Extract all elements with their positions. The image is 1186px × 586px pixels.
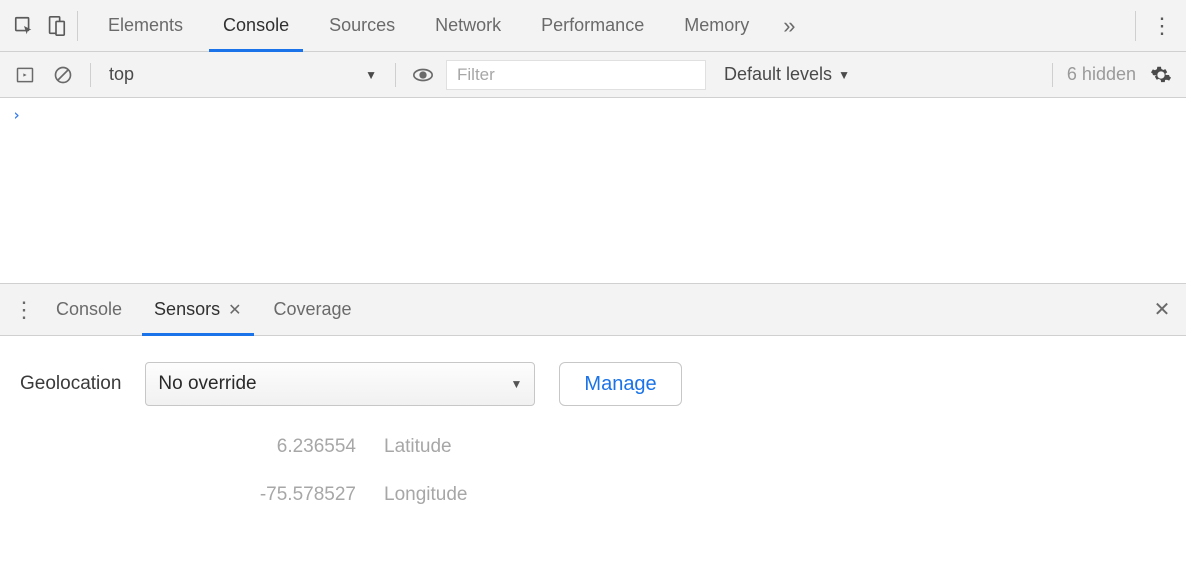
- geolocation-row: Geolocation No override ▼ Manage: [20, 362, 1166, 406]
- inspect-element-icon[interactable]: [8, 0, 40, 52]
- separator: [90, 63, 91, 87]
- chevron-down-icon: ▼: [511, 377, 523, 391]
- separator: [1052, 63, 1053, 87]
- latitude-label: Latitude: [384, 436, 452, 458]
- latitude-value: 6.236554: [206, 436, 356, 458]
- drawer-more-icon[interactable]: ⋮: [8, 284, 40, 336]
- execution-context-select[interactable]: top ▼: [103, 64, 383, 85]
- context-value: top: [109, 64, 134, 85]
- longitude-row: -75.578527 Longitude: [206, 484, 1166, 506]
- tabs-overflow-icon[interactable]: »: [769, 0, 809, 51]
- select-value: No override: [158, 373, 256, 395]
- tab-sources[interactable]: Sources: [309, 0, 415, 51]
- console-output[interactable]: ›: [0, 98, 1186, 284]
- devtools-main-tabs: Elements Console Sources Network Perform…: [0, 0, 1186, 52]
- console-prompt-icon: ›: [12, 106, 21, 124]
- separator: [395, 63, 396, 87]
- drawer-tab-sensors[interactable]: Sensors ✕: [138, 284, 257, 335]
- tab-label: Network: [435, 15, 501, 36]
- chevron-down-icon: ▼: [838, 68, 850, 82]
- clear-console-icon[interactable]: [48, 60, 78, 90]
- sensors-panel: Geolocation No override ▼ Manage 6.23655…: [0, 336, 1186, 586]
- manage-button[interactable]: Manage: [559, 362, 681, 406]
- drawer-tabs: ⋮ Console Sensors ✕ Coverage ✕: [0, 284, 1186, 336]
- log-levels-select[interactable]: Default levels ▼: [724, 64, 850, 85]
- drawer-tab-coverage[interactable]: Coverage: [258, 284, 368, 335]
- live-expression-icon[interactable]: [408, 60, 438, 90]
- tab-label: Sources: [329, 15, 395, 36]
- geolocation-override-select[interactable]: No override ▼: [145, 362, 535, 406]
- tab-performance[interactable]: Performance: [521, 0, 664, 51]
- latitude-row: 6.236554 Latitude: [206, 436, 1166, 458]
- more-options-icon[interactable]: ⋮: [1146, 0, 1178, 52]
- chevron-down-icon: ▼: [365, 68, 377, 82]
- console-sidebar-toggle-icon[interactable]: [10, 60, 40, 90]
- tab-elements[interactable]: Elements: [88, 0, 203, 51]
- drawer-tab-label: Console: [56, 299, 122, 320]
- tab-label: Performance: [541, 15, 644, 36]
- drawer-tab-label: Coverage: [274, 299, 352, 320]
- longitude-value: -75.578527: [206, 484, 356, 506]
- separator: [77, 11, 78, 41]
- tab-network[interactable]: Network: [415, 0, 521, 51]
- tab-list: Elements Console Sources Network Perform…: [88, 0, 809, 51]
- tab-label: Elements: [108, 15, 183, 36]
- tab-label: Console: [223, 15, 289, 36]
- longitude-label: Longitude: [384, 484, 467, 506]
- hidden-messages-count[interactable]: 6 hidden: [1067, 64, 1136, 85]
- device-toolbar-icon[interactable]: [40, 0, 72, 52]
- filter-input[interactable]: [446, 60, 706, 90]
- tab-label: Memory: [684, 15, 749, 36]
- console-toolbar: top ▼ Default levels ▼ 6 hidden: [0, 52, 1186, 98]
- close-icon[interactable]: ✕: [228, 300, 241, 320]
- separator: [1135, 11, 1136, 41]
- geolocation-section-label: Geolocation: [20, 373, 121, 395]
- drawer-tab-console[interactable]: Console: [40, 284, 138, 335]
- tab-memory[interactable]: Memory: [664, 0, 769, 51]
- close-drawer-icon[interactable]: ✕: [1146, 284, 1178, 336]
- console-settings-icon[interactable]: [1146, 60, 1176, 90]
- levels-label: Default levels: [724, 64, 832, 85]
- button-label: Manage: [584, 373, 656, 396]
- tab-console[interactable]: Console: [203, 0, 309, 51]
- drawer-tab-label: Sensors: [154, 299, 220, 320]
